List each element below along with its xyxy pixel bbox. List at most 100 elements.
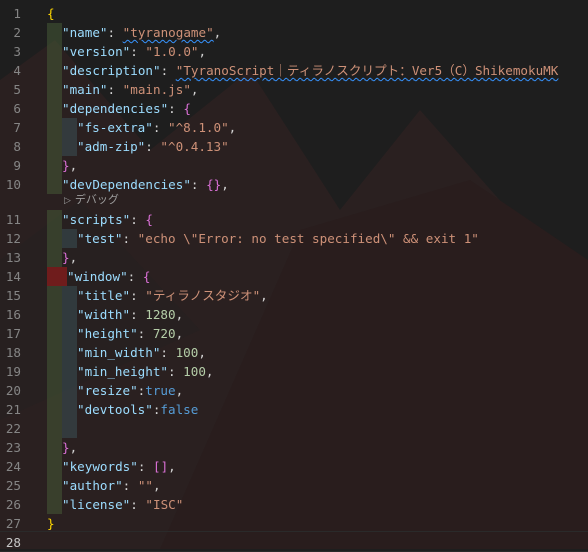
code-line[interactable]: 14 "window": {: [0, 267, 588, 286]
code-line[interactable]: 20 "resize":true,: [0, 381, 588, 400]
code-token: "author": [62, 478, 123, 493]
code-line[interactable]: 24 "keywords": [],: [0, 457, 588, 476]
code-line[interactable]: 25 "author": "",: [0, 476, 588, 495]
code-content: [47, 419, 77, 438]
code-token: :: [160, 63, 176, 78]
indent-guide: [62, 118, 77, 137]
code-token: "1.0.0": [145, 44, 199, 59]
indent-guide: [47, 118, 62, 137]
code-content: "keywords": [],: [47, 457, 176, 476]
line-number: 13: [5, 250, 21, 265]
code-token: 1280: [145, 307, 176, 322]
code-line[interactable]: 15 "title": "ティラノスタジオ",: [0, 286, 588, 305]
code-token: ,: [260, 288, 268, 303]
code-line[interactable]: 11 "scripts": {: [0, 210, 588, 229]
code-token: "min_height": [77, 364, 168, 379]
indent-guide: [62, 137, 77, 156]
code-token: "dependencies": [62, 101, 169, 116]
code-token: ,: [221, 177, 229, 192]
indent-guide: [62, 400, 77, 419]
code-token: "tyranogame": [122, 25, 214, 40]
code-line[interactable]: 9},: [0, 156, 588, 175]
code-content: }: [47, 514, 55, 533]
code-token: "devtools": [77, 402, 153, 417]
code-token: :: [107, 25, 123, 40]
code-token: 100: [183, 364, 206, 379]
indent-guide: [47, 229, 62, 248]
line-number: 26: [5, 497, 21, 512]
code-line[interactable]: 23},: [0, 438, 588, 457]
code-line[interactable]: 28: [0, 533, 588, 552]
code-token: "echo \"Error: no test specified\" && ex…: [137, 231, 479, 246]
line-number: 2: [13, 25, 21, 40]
code-token: :: [160, 345, 176, 360]
indent-guide: [47, 438, 62, 457]
debug-play-icon: ▷: [64, 196, 71, 206]
code-content: {: [47, 4, 55, 23]
indent-guide: [62, 381, 77, 400]
code-token: "ティラノスタジオ": [145, 288, 261, 303]
code-content: "window": {: [47, 267, 150, 286]
indent-guide: [47, 400, 62, 419]
code-token: :: [137, 459, 153, 474]
code-token: true: [145, 383, 176, 398]
code-content: },: [47, 248, 77, 267]
line-number: 6: [13, 101, 21, 116]
line-number: 23: [5, 440, 21, 455]
code-line[interactable]: 19 "min_height": 100,: [0, 362, 588, 381]
code-line[interactable]: 21 "devtools":false: [0, 400, 588, 419]
line-number: 25: [5, 478, 21, 493]
code-token: :: [130, 212, 146, 227]
code-token: {: [145, 212, 154, 227]
line-number: 24: [5, 459, 21, 474]
code-line[interactable]: 27}: [0, 514, 588, 533]
code-line[interactable]: 16 "width": 1280,: [0, 305, 588, 324]
indent-guide: [47, 476, 62, 495]
line-number: 27: [5, 516, 21, 531]
code-token: "resize": [77, 383, 138, 398]
code-content: "author": "",: [47, 476, 161, 495]
line-number: 14: [5, 269, 21, 284]
code-content: "dependencies": {: [47, 99, 191, 118]
code-editor[interactable]: ▷ デバッグ 1{2 "name": "tyranogame", 3 "version"…: [0, 0, 588, 552]
line-number: 16: [5, 307, 21, 322]
code-line[interactable]: 2 "name": "tyranogame",: [0, 23, 588, 42]
code-content: "fs-extra": "^8.1.0",: [47, 118, 236, 137]
code-content: },: [47, 438, 77, 457]
code-line[interactable]: 17 "height": 720,: [0, 324, 588, 343]
code-line[interactable]: 5 "main": "main.js",: [0, 80, 588, 99]
code-token: ,: [190, 82, 199, 97]
code-token: "width": [77, 307, 131, 322]
code-line[interactable]: 7 "fs-extra": "^8.1.0",: [0, 118, 588, 137]
code-token: "license": [62, 497, 131, 512]
code-token: "main": [62, 82, 108, 97]
code-token: ,: [213, 25, 222, 40]
code-token: ,: [69, 158, 78, 173]
line-number: 1: [13, 6, 21, 21]
code-line[interactable]: 1{: [0, 4, 588, 23]
code-token: ,: [69, 440, 78, 455]
code-token: :: [130, 44, 146, 59]
code-line[interactable]: 22: [0, 419, 588, 438]
code-line[interactable]: 18 "min_width": 100,: [0, 343, 588, 362]
line-number: 7: [13, 120, 21, 135]
code-token: :: [152, 120, 168, 135]
code-token: {: [47, 6, 55, 21]
code-line[interactable]: 12 "test": "echo \"Error: no test specifi…: [0, 229, 588, 248]
code-line[interactable]: 26 "license": "ISC": [0, 495, 588, 514]
code-content: },: [47, 156, 77, 175]
indent-guide: [47, 305, 62, 324]
code-token: "version": [62, 44, 131, 59]
code-line[interactable]: 8 "adm-zip": "^0.4.13": [0, 137, 588, 156]
code-content: "adm-zip": "^0.4.13": [47, 137, 229, 156]
code-line[interactable]: 10 "devDependencies": {},: [0, 175, 588, 194]
code-token: "test": [77, 231, 123, 246]
code-token: ,: [198, 345, 206, 360]
code-token: "main.js": [122, 82, 191, 97]
code-line[interactable]: 13},: [0, 248, 588, 267]
code-line[interactable]: 4 "description": "TyranoScript｜ティラノスクリプト：…: [0, 61, 588, 80]
indent-guide: [47, 495, 62, 514]
code-line[interactable]: 6 "dependencies": {: [0, 99, 588, 118]
code-line[interactable]: 3 "version": "1.0.0",: [0, 42, 588, 61]
line-number: 19: [5, 364, 21, 379]
